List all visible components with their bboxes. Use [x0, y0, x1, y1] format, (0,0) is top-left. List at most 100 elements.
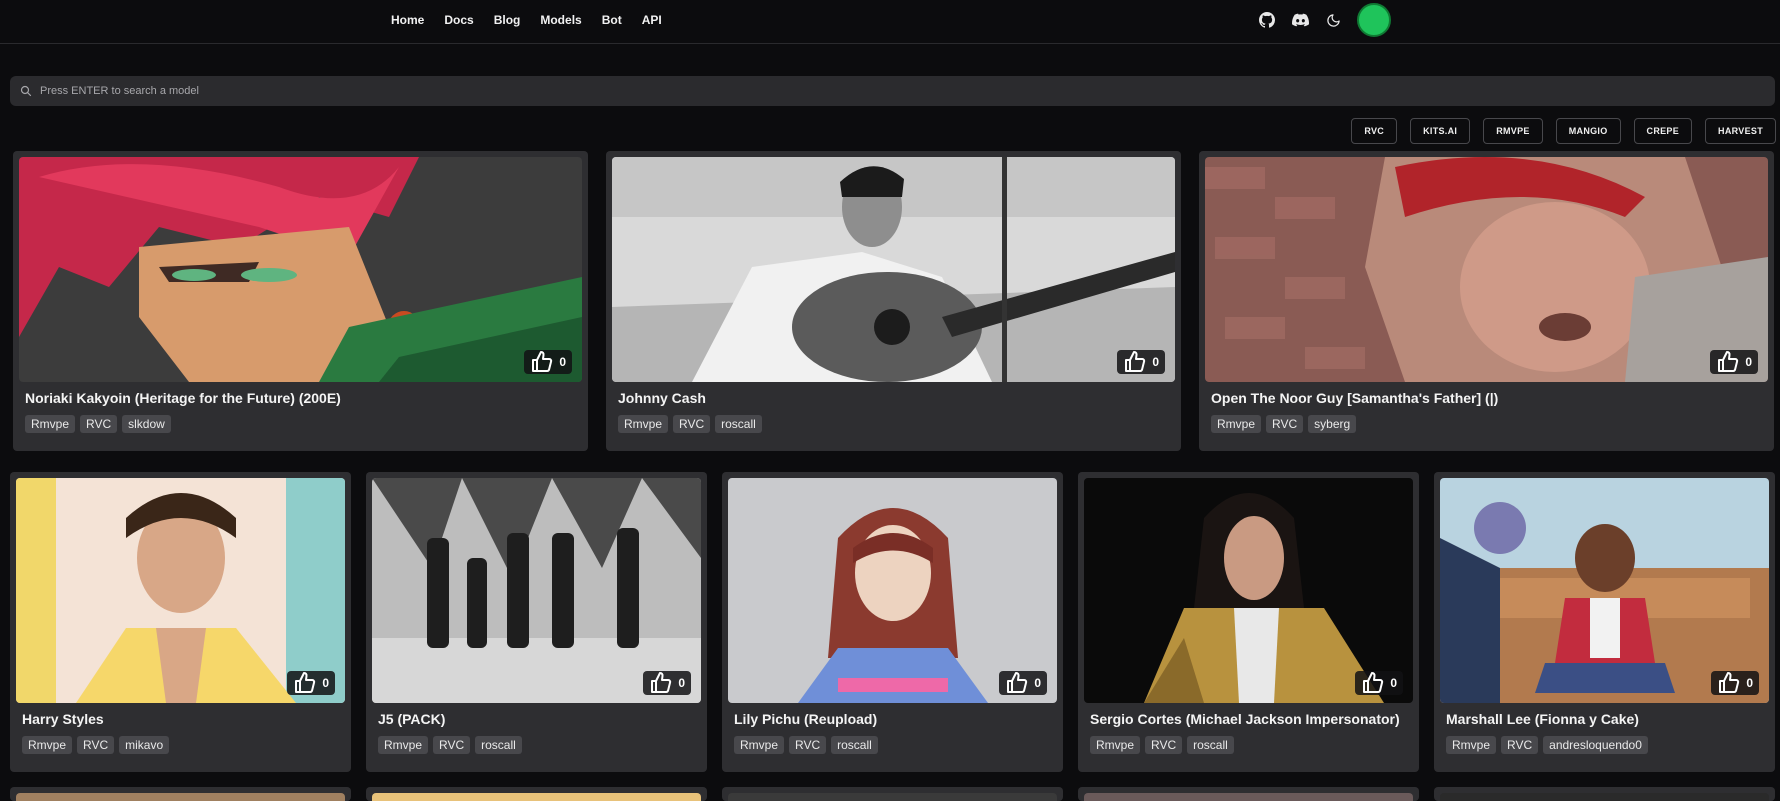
filter-rvc-button[interactable]: RVC	[1351, 118, 1398, 144]
filter-tags: RVC KITS.AI RMVPE MANGIO CREPE HARVEST	[1351, 118, 1776, 144]
user-avatar[interactable]	[1357, 3, 1391, 37]
model-thumbnail: 0	[728, 478, 1057, 703]
model-title: Harry Styles	[22, 711, 104, 727]
nav-blog-link[interactable]: Blog	[494, 13, 521, 27]
moon-icon[interactable]	[1324, 11, 1342, 29]
model-tags: Rmvpe RVC andresloquendo0	[1446, 736, 1648, 754]
tag-badge[interactable]: Rmvpe	[22, 736, 73, 754]
like-count: 0	[559, 355, 566, 369]
model-card[interactable]: 0 Sergio Cortes (Michael Jackson Imperso…	[1078, 472, 1419, 772]
top-navbar: Home Docs Blog Models Bot API	[0, 0, 1780, 44]
thumbs-up-icon	[1007, 672, 1028, 693]
model-card[interactable]: 0 J5 (PACK) Rmvpe RVC roscall	[366, 472, 707, 772]
like-button[interactable]: 0	[524, 350, 572, 374]
like-button[interactable]: 0	[1711, 671, 1759, 695]
filter-harvest-button[interactable]: HARVEST	[1705, 118, 1776, 144]
model-card-partial[interactable]	[1078, 787, 1419, 801]
tag-badge[interactable]: slkdow	[122, 415, 171, 433]
like-button[interactable]: 0	[287, 671, 335, 695]
model-tags: Rmvpe RVC roscall	[378, 736, 522, 754]
thumbs-up-icon	[532, 351, 553, 372]
model-tags: Rmvpe RVC slkdow	[25, 415, 171, 433]
nav-models-link[interactable]: Models	[540, 13, 581, 27]
model-thumbnail: 0	[612, 157, 1175, 382]
tag-badge[interactable]: Rmvpe	[1446, 736, 1497, 754]
like-count: 0	[1745, 355, 1752, 369]
thumbs-up-icon	[1125, 351, 1146, 372]
filter-mangio-button[interactable]: MANGIO	[1555, 118, 1621, 144]
model-card[interactable]: 0 Open The Noor Guy [Samantha's Father] …	[1199, 151, 1774, 451]
like-button[interactable]: 0	[999, 671, 1047, 695]
model-thumbnail: 0	[1440, 478, 1769, 703]
tag-badge[interactable]: Rmvpe	[378, 736, 429, 754]
tag-badge[interactable]: Rmvpe	[734, 736, 785, 754]
model-card[interactable]: 0 Lily Pichu (Reupload) Rmvpe RVC roscal…	[722, 472, 1063, 772]
model-title: Open The Noor Guy [Samantha's Father] (|…	[1211, 390, 1499, 406]
like-count: 0	[322, 676, 329, 690]
model-card-partial[interactable]	[1434, 787, 1775, 801]
like-count: 0	[678, 676, 685, 690]
model-card[interactable]: 0 Johnny Cash Rmvpe RVC roscall	[606, 151, 1181, 451]
model-thumbnail: 0	[372, 478, 701, 703]
model-thumbnail: 0	[1205, 157, 1768, 382]
model-title: J5 (PACK)	[378, 711, 446, 727]
tag-badge[interactable]: RVC	[77, 736, 115, 754]
like-button[interactable]: 0	[1710, 350, 1758, 374]
like-count: 0	[1152, 355, 1159, 369]
model-title: Lily Pichu (Reupload)	[734, 711, 878, 727]
tag-badge[interactable]: syberg	[1308, 415, 1357, 433]
tag-badge[interactable]: Rmvpe	[25, 415, 76, 433]
nav-bot-link[interactable]: Bot	[602, 13, 622, 27]
github-icon[interactable]	[1258, 11, 1276, 29]
like-count: 0	[1034, 676, 1041, 690]
tag-badge[interactable]: roscall	[1187, 736, 1234, 754]
nav-home-link[interactable]: Home	[391, 13, 424, 27]
filter-kitsai-button[interactable]: KITS.AI	[1410, 118, 1471, 144]
model-title: Marshall Lee (Fionna y Cake)	[1446, 711, 1639, 727]
model-tags: Rmvpe RVC roscall	[1090, 736, 1234, 754]
search-icon	[20, 85, 32, 97]
filter-rmvpe-button[interactable]: RMVPE	[1483, 118, 1543, 144]
tag-badge[interactable]: RVC	[433, 736, 471, 754]
tag-badge[interactable]: RVC	[1266, 415, 1304, 433]
model-card[interactable]: 0 Marshall Lee (Fionna y Cake) Rmvpe RVC…	[1434, 472, 1775, 772]
model-card-partial[interactable]	[366, 787, 707, 801]
thumbs-up-icon	[1719, 672, 1740, 693]
thumbs-up-icon	[295, 672, 316, 693]
model-card[interactable]: 0 Harry Styles Rmvpe RVC mikavo	[10, 472, 351, 772]
tag-badge[interactable]: RVC	[673, 415, 711, 433]
model-title: Johnny Cash	[618, 390, 706, 406]
tag-badge[interactable]: andresloquendo0	[1543, 736, 1648, 754]
like-count: 0	[1390, 676, 1397, 690]
thumbs-up-icon	[651, 672, 672, 693]
like-button[interactable]: 0	[643, 671, 691, 695]
model-card[interactable]: 0 Noriaki Kakyoin (Heritage for the Futu…	[13, 151, 588, 451]
tag-badge[interactable]: Rmvpe	[1090, 736, 1141, 754]
tag-badge[interactable]: mikavo	[119, 736, 170, 754]
model-thumbnail: 0	[1084, 478, 1413, 703]
model-title: Sergio Cortes (Michael Jackson Impersona…	[1090, 711, 1400, 727]
model-search-bar	[10, 76, 1775, 106]
main-nav: Home Docs Blog Models Bot API	[391, 0, 662, 40]
like-button[interactable]: 0	[1117, 350, 1165, 374]
tag-badge[interactable]: roscall	[475, 736, 522, 754]
tag-badge[interactable]: roscall	[831, 736, 878, 754]
tag-badge[interactable]: RVC	[1145, 736, 1183, 754]
nav-api-link[interactable]: API	[642, 13, 662, 27]
discord-icon[interactable]	[1291, 11, 1309, 29]
model-tags: Rmvpe RVC roscall	[734, 736, 878, 754]
tag-badge[interactable]: Rmvpe	[1211, 415, 1262, 433]
model-card-partial[interactable]	[722, 787, 1063, 801]
like-count: 0	[1746, 676, 1753, 690]
model-card-partial[interactable]	[10, 787, 351, 801]
tag-badge[interactable]: roscall	[715, 415, 762, 433]
tag-badge[interactable]: RVC	[80, 415, 118, 433]
tag-badge[interactable]: RVC	[789, 736, 827, 754]
model-tags: Rmvpe RVC roscall	[618, 415, 762, 433]
nav-docs-link[interactable]: Docs	[444, 13, 473, 27]
filter-crepe-button[interactable]: CREPE	[1633, 118, 1693, 144]
tag-badge[interactable]: Rmvpe	[618, 415, 669, 433]
search-input[interactable]	[38, 84, 1775, 98]
like-button[interactable]: 0	[1355, 671, 1403, 695]
tag-badge[interactable]: RVC	[1501, 736, 1539, 754]
